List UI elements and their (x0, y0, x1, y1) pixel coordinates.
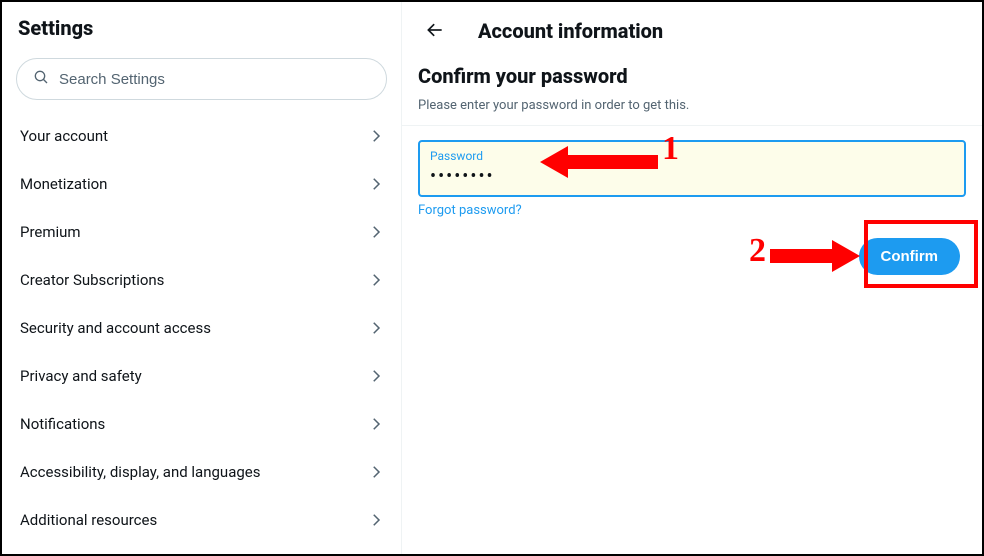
sidebar-item-additional-resources[interactable]: Additional resources (2, 496, 401, 544)
section-subtitle: Please enter your password in order to g… (418, 88, 966, 113)
chevron-right-icon (367, 271, 385, 289)
search-field[interactable] (16, 58, 387, 100)
chevron-right-icon (367, 511, 385, 529)
password-input[interactable] (430, 164, 954, 187)
chevron-right-icon (367, 223, 385, 241)
password-label: Password (430, 148, 954, 164)
sidebar-item-accessibility[interactable]: Accessibility, display, and languages (2, 448, 401, 496)
sidebar-item-label: Premium (20, 223, 81, 241)
chevron-right-icon (367, 319, 385, 337)
sidebar-item-privacy[interactable]: Privacy and safety (2, 352, 401, 400)
sidebar-title: Settings (18, 16, 385, 40)
sidebar-item-monetization[interactable]: Monetization (2, 160, 401, 208)
sidebar-item-security[interactable]: Security and account access (2, 304, 401, 352)
chevron-right-icon (367, 175, 385, 193)
sidebar-item-label: Creator Subscriptions (20, 271, 164, 289)
sidebar-item-label: Privacy and safety (20, 367, 142, 385)
main-panel: Account information Confirm your passwor… (402, 2, 982, 554)
search-input[interactable] (59, 71, 370, 88)
chevron-right-icon (367, 463, 385, 481)
sidebar-item-label: Monetization (20, 175, 107, 193)
arrow-left-icon (425, 20, 445, 43)
sidebar-item-label: Additional resources (20, 511, 157, 529)
settings-menu: Your account Monetization Premium Creato… (2, 110, 401, 544)
sidebar-item-creator-subscriptions[interactable]: Creator Subscriptions (2, 256, 401, 304)
settings-sidebar: Settings Your account Monetization Premi… (2, 2, 402, 554)
confirm-button[interactable]: Confirm (859, 238, 961, 275)
sidebar-item-your-account[interactable]: Your account (2, 112, 401, 160)
sidebar-item-label: Notifications (20, 415, 105, 433)
annotation-number-2: 2 (749, 232, 766, 270)
sidebar-item-label: Security and account access (20, 319, 211, 337)
chevron-right-icon (367, 367, 385, 385)
password-field[interactable]: Password (418, 140, 966, 197)
sidebar-item-premium[interactable]: Premium (2, 208, 401, 256)
chevron-right-icon (367, 127, 385, 145)
sidebar-item-label: Accessibility, display, and languages (20, 463, 260, 481)
chevron-right-icon (367, 415, 385, 433)
page-title: Account information (478, 19, 663, 43)
sidebar-item-notifications[interactable]: Notifications (2, 400, 401, 448)
forgot-password-link[interactable]: Forgot password? (418, 203, 522, 218)
sidebar-item-label: Your account (20, 127, 108, 145)
section-title: Confirm your password (418, 64, 966, 88)
search-icon (33, 69, 49, 89)
back-button[interactable] (418, 14, 452, 48)
annotation-arrow-2 (770, 238, 860, 274)
